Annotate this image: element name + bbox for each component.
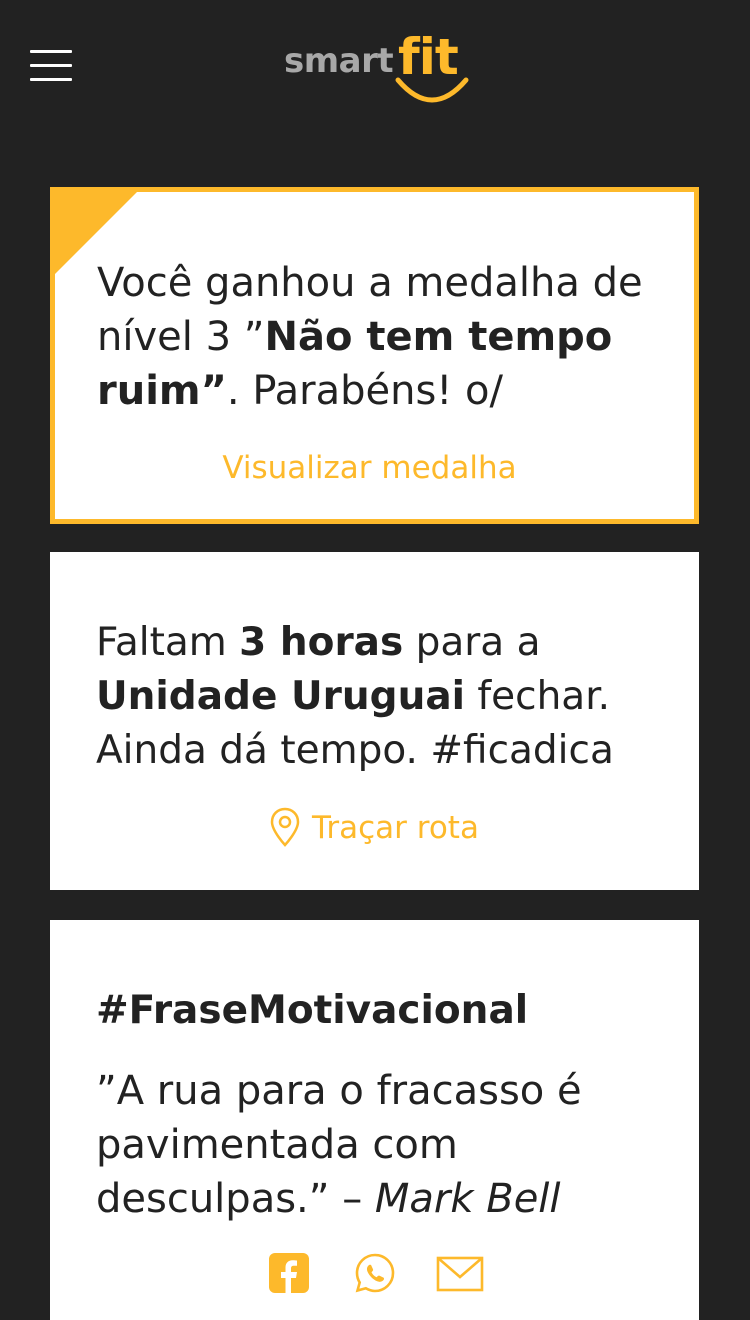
menu-line [30, 64, 72, 67]
share-bar [50, 1252, 699, 1312]
menu-line [30, 78, 72, 81]
closing-hours-card: Faltam 3 horas para a Unidade Uruguai fe… [50, 552, 699, 890]
hours-text-1: Faltam [96, 620, 240, 665]
medal-notification-card: Você ganhou a medalha de nível 3 ”Não te… [50, 187, 699, 524]
logo-smile-icon [395, 77, 469, 103]
hours-text-2: para a [403, 620, 541, 665]
view-medal-link[interactable]: Visualizar medalha [50, 448, 689, 488]
trace-route-link[interactable]: Traçar rota [50, 807, 699, 848]
quote-author: Mark Bell [374, 1176, 561, 1222]
smart-fit-logo[interactable]: smart fit [282, 28, 472, 106]
facebook-icon[interactable] [268, 1252, 310, 1294]
hamburger-menu-icon[interactable] [30, 50, 72, 81]
menu-line [30, 50, 72, 53]
map-pin-icon [270, 807, 300, 847]
email-icon[interactable] [436, 1252, 484, 1294]
logo-fit-text: fit [398, 28, 459, 86]
trace-route-label: Traçar rota [312, 810, 479, 846]
quote-text: ”A rua para o fracasso é pavimentada com… [96, 1064, 666, 1226]
unit-name: Unidade Uruguai [96, 674, 466, 719]
whatsapp-icon[interactable] [354, 1252, 396, 1294]
logo-smart-text: smart [284, 41, 394, 81]
motivational-quote-card: #FraseMotivacional ”A rua para o fracass… [50, 920, 699, 1320]
hours-remaining: 3 horas [239, 620, 404, 665]
medal-message: Você ganhou a medalha de nível 3 ”Não te… [97, 256, 667, 418]
top-bar: smart fit [0, 0, 750, 140]
quote-heading: #FraseMotivacional [96, 988, 529, 1033]
medal-text-after: . Parabéns! o/ [226, 368, 504, 414]
closing-hours-message: Faltam 3 horas para a Unidade Uruguai fe… [96, 616, 666, 778]
